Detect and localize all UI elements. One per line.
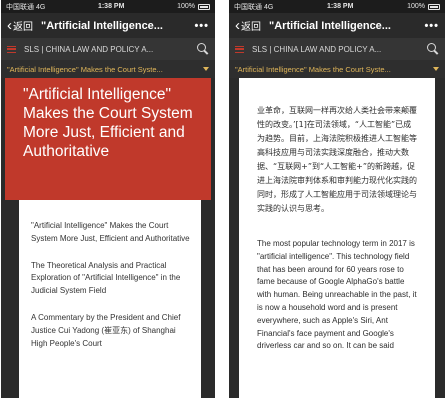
chevron-left-icon: ‹ (7, 17, 12, 34)
breadcrumb-bar: SLS | CHINA LAW AND POLICY A... (229, 38, 445, 60)
breadcrumb[interactable]: SLS | CHINA LAW AND POLICY A... (252, 45, 427, 54)
article-selector-title: "Artificial Intelligence" Makes the Cour… (7, 64, 163, 74)
status-bar: 中国联通 4G 1:38 PM 100% (1, 0, 215, 13)
back-label: 返回 (241, 22, 261, 33)
article-body: 业革命，互联网一样再次给人类社会带来颠覆性的改变。’[1]在司法领域，“人工智能… (239, 78, 435, 398)
more-options-button[interactable]: ••• (424, 20, 439, 32)
search-icon[interactable] (197, 43, 209, 55)
nav-title: "Artificial Intelligence... (41, 19, 163, 32)
table-of-contents: "Artificial Intelligence" Makes the Cour… (19, 200, 201, 398)
search-icon[interactable] (427, 43, 439, 55)
article-selector[interactable]: "Artificial Intelligence" Makes the Cour… (1, 60, 215, 78)
status-bar: 中国联通 4G 1:38 PM 100% (229, 0, 445, 13)
more-options-button[interactable]: ••• (194, 20, 209, 32)
back-button[interactable]: ‹ 返回 (7, 18, 37, 33)
left-phone-screen: 中国联通 4G 1:38 PM 100% ‹ 返回 "Artificial In… (1, 0, 215, 398)
nav-bar: ‹ 返回 "Artificial Intelligence... ••• (1, 13, 215, 38)
toc-item[interactable]: The Theoretical Analysis and Practical E… (31, 260, 191, 298)
battery-icon (427, 3, 440, 10)
carrier-label: 中国联通 4G (234, 3, 274, 11)
clock: 1:38 PM (326, 3, 354, 10)
toc-item[interactable]: "Artificial Intelligence" Makes the Cour… (31, 220, 191, 246)
menu-icon[interactable] (235, 45, 244, 53)
article-selector[interactable]: "Artificial Intelligence" Makes the Cour… (229, 60, 445, 78)
battery-percent: 100% (407, 3, 425, 10)
hero-title: "Artificial Intelligence" Makes the Cour… (5, 78, 211, 200)
nav-bar: ‹ 返回 "Artificial Intelligence... ••• (229, 13, 445, 38)
nav-title: "Artificial Intelligence... (269, 19, 391, 32)
right-phone-screen: 中国联通 4G 1:38 PM 100% ‹ 返回 "Artificial In… (229, 0, 445, 398)
caret-down-icon (203, 67, 209, 71)
battery-percent: 100% (177, 3, 195, 10)
caret-down-icon (433, 67, 439, 71)
article-selector-title: "Artificial Intelligence" Makes the Cour… (235, 64, 391, 74)
clock: 1:38 PM (97, 3, 125, 10)
menu-icon[interactable] (7, 45, 16, 53)
breadcrumb-bar: SLS | CHINA LAW AND POLICY A... (1, 38, 215, 60)
chinese-paragraph: 业革命，互联网一样再次给人类社会带来颠覆性的改变。’[1]在司法领域，“人工智能… (257, 106, 417, 213)
back-button[interactable]: ‹ 返回 (235, 18, 265, 33)
toc-item[interactable]: A Commentary by the President and Chief … (31, 312, 191, 350)
english-paragraph: The most popular technology term in 2017… (257, 239, 417, 351)
chevron-left-icon: ‹ (235, 17, 240, 34)
breadcrumb[interactable]: SLS | CHINA LAW AND POLICY A... (24, 45, 197, 54)
back-label: 返回 (13, 22, 33, 33)
carrier-label: 中国联通 4G (6, 3, 46, 11)
battery-icon (197, 3, 210, 10)
